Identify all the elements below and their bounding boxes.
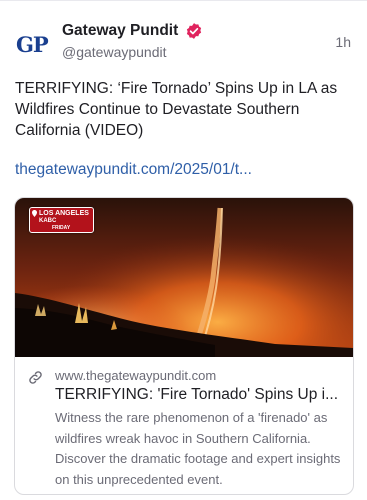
location-pin-icon	[32, 210, 37, 217]
badge-location: LOS ANGELES	[39, 210, 89, 217]
station-badge: LOS ANGELES KABC FRIDAY	[29, 207, 94, 233]
card-description: Witness the rare phenomenon of a 'firena…	[55, 410, 341, 487]
author-name[interactable]: Gateway Pundit	[62, 22, 178, 40]
top-divider	[0, 0, 367, 1]
card-domain: www.thegatewaypundit.com	[55, 368, 217, 383]
avatar-logo-text: GP	[16, 32, 49, 57]
post-link[interactable]: thegatewaypundit.com/2025/01/t...	[15, 161, 355, 179]
verified-check-icon	[186, 23, 202, 39]
author-handle[interactable]: @gatewaypundit	[62, 44, 167, 60]
avatar[interactable]: GP	[16, 28, 50, 62]
link-preview-card[interactable]: LOS ANGELES KABC FRIDAY www.thegatewaypu…	[14, 197, 354, 495]
link-icon	[29, 371, 42, 384]
card-title[interactable]: TERRIFYING: 'Fire Tornado' Spins Up i...	[55, 386, 343, 404]
post-timestamp[interactable]: 1h	[335, 34, 351, 50]
badge-station: KABC	[39, 218, 57, 224]
badge-day: FRIDAY	[52, 225, 71, 231]
post-text: TERRIFYING: ‘Fire Tornado’ Spins Up in L…	[15, 80, 338, 139]
